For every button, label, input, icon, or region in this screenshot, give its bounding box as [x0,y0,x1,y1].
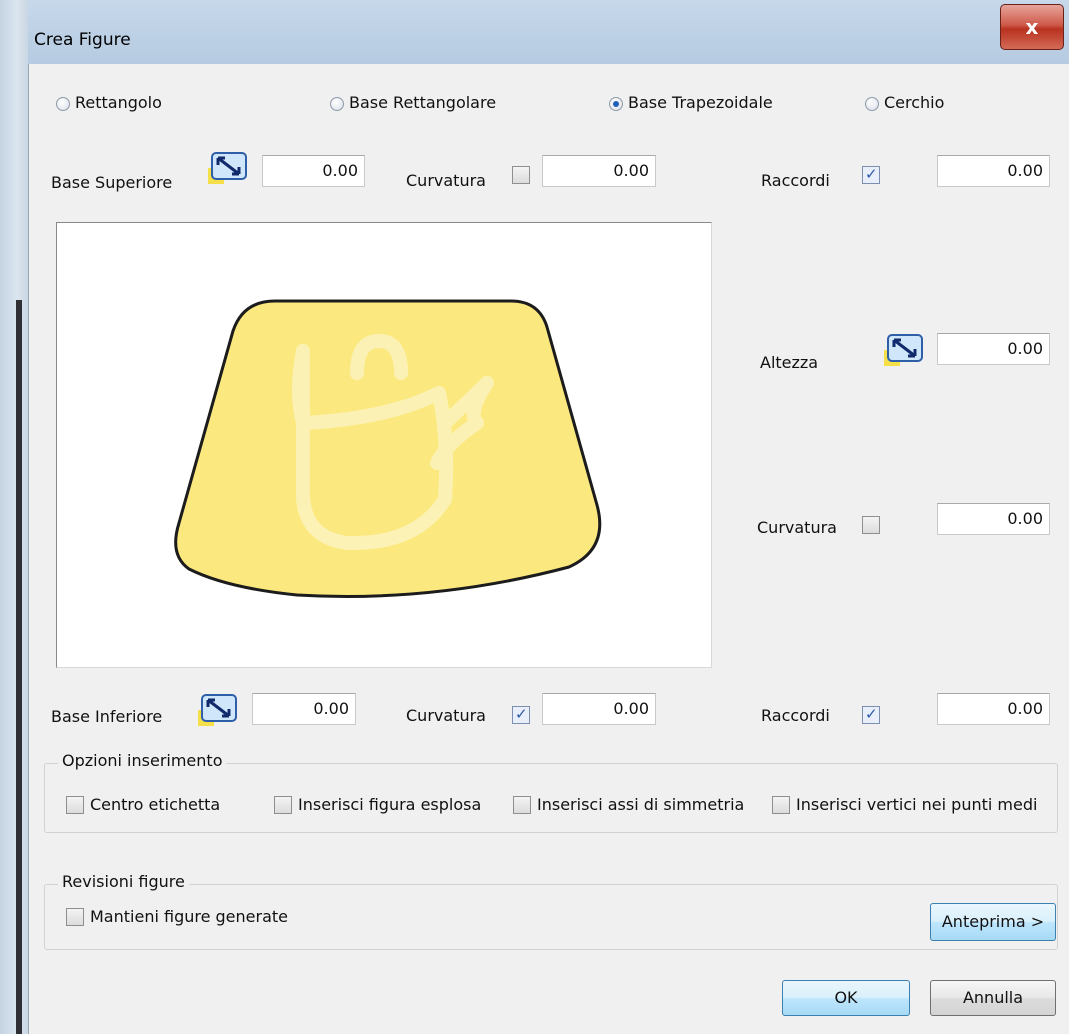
raccordi-bottom-checkbox[interactable] [862,705,880,724]
curvatura-top-label: Curvatura [406,171,486,190]
swap-dimension-icon-height[interactable] [882,332,928,370]
vertici-punti-medi-label: Inserisci vertici nei punti medi [796,795,1038,814]
ok-button[interactable]: OK [782,980,910,1016]
altezza-label: Altezza [760,353,819,372]
figura-esplosa-checkbox[interactable] [274,796,292,814]
assi-simmetria-label: Inserisci assi di simmetria [537,795,745,814]
title-bar [0,0,1069,64]
radio-cerchio-label: Cerchio [884,93,945,112]
base-inferiore-input[interactable]: 0.00 [252,693,356,725]
raccordi-bottom-input[interactable]: 0.00 [937,693,1050,725]
shape-preview [56,222,712,668]
raccordi-top-checkbox[interactable] [862,165,880,184]
altezza-input[interactable]: 0.00 [937,333,1050,365]
radio-base-rettangolare-label: Base Rettangolare [349,93,497,112]
curvatura-right-checkbox[interactable] [862,516,880,534]
centro-etichetta-label: Centro etichetta [90,795,221,814]
raccordi-top-input[interactable]: 0.00 [937,155,1050,187]
insert-options-title: Opzioni inserimento [58,751,227,770]
raccordi-bottom-label: Raccordi [761,706,830,725]
radio-rettangolo[interactable] [56,97,70,111]
window-left-edge [0,0,28,1034]
radio-cerchio[interactable] [865,97,879,111]
curvatura-top-checkbox[interactable] [512,166,530,184]
curvatura-right-label: Curvatura [757,518,837,537]
swap-dimension-icon-bottom[interactable] [196,692,242,730]
anteprima-button[interactable]: Anteprima > [930,903,1056,941]
radio-base-trapezoidale[interactable] [609,97,623,111]
raccordi-top-label: Raccordi [761,171,830,190]
curvatura-bottom-label: Curvatura [406,706,486,725]
radio-rettangolo-label: Rettangolo [75,93,162,112]
curvatura-bottom-input[interactable]: 0.00 [542,693,656,725]
curvatura-bottom-checkbox[interactable] [512,705,530,724]
base-superiore-input[interactable]: 0.00 [262,155,365,187]
mantieni-figure-label: Mantieni figure generate [90,907,288,926]
base-superiore-label: Base Superiore [51,173,173,192]
curvatura-top-input[interactable]: 0.00 [542,155,656,187]
figura-esplosa-label: Inserisci figura esplosa [298,795,482,814]
annulla-button[interactable]: Annulla [930,980,1056,1016]
vertici-punti-medi-checkbox[interactable] [772,796,790,814]
base-inferiore-label: Base Inferiore [51,707,163,726]
curvatura-right-input[interactable]: 0.00 [937,503,1050,535]
mantieni-figure-checkbox[interactable] [66,908,84,926]
radio-base-trapezoidale-label: Base Trapezoidale [628,93,773,112]
window-left-frame [16,300,22,1034]
window-title: Crea Figure [34,30,131,50]
radio-base-rettangolare[interactable] [330,97,344,111]
swap-dimension-icon-top[interactable] [206,150,252,188]
assi-simmetria-checkbox[interactable] [513,796,531,814]
close-button[interactable]: x [1000,4,1064,50]
centro-etichetta-checkbox[interactable] [66,796,84,814]
revisions-title: Revisioni figure [58,872,189,891]
